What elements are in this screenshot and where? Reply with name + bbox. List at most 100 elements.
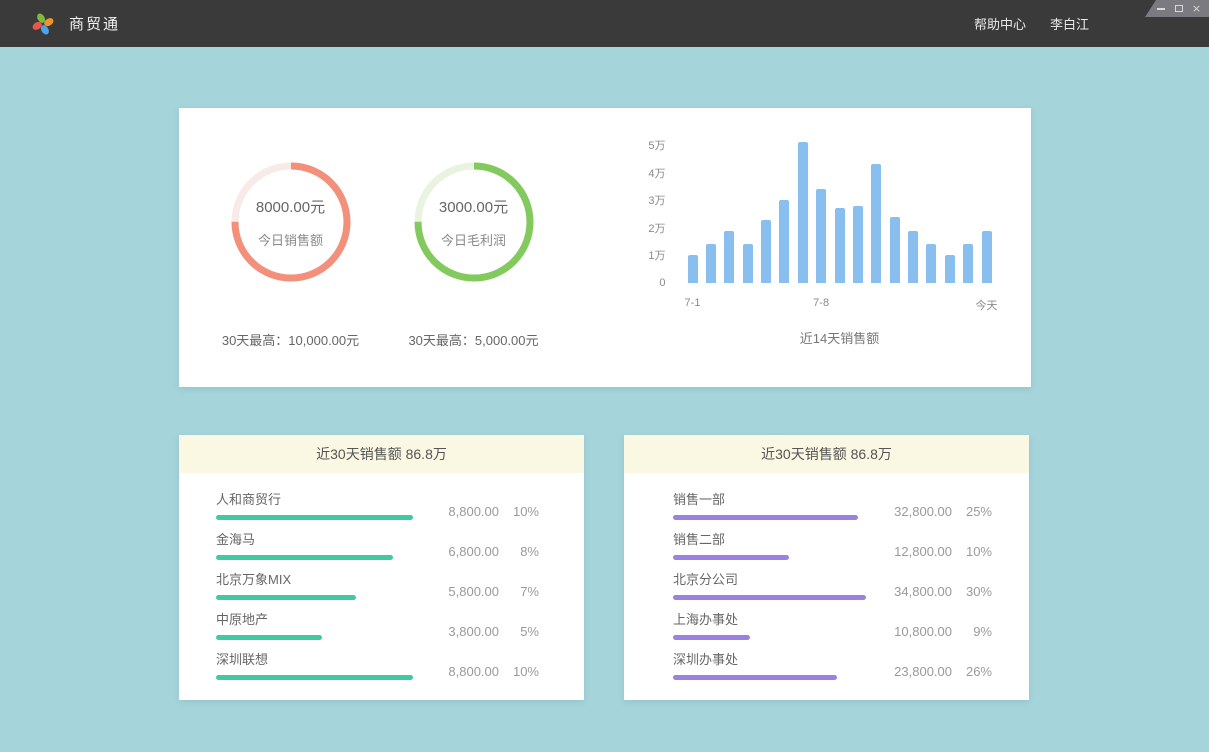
y-tick-label: 2万 bbox=[648, 220, 665, 236]
sales-list-item-left: 销售一部 bbox=[673, 492, 880, 520]
item-progress-bar bbox=[673, 675, 837, 680]
help-center-link[interactable]: 帮助中心 bbox=[974, 14, 1026, 33]
y-tick-label: 0 bbox=[659, 277, 665, 289]
item-amount: 8,800.00 bbox=[437, 664, 499, 679]
sales-list-item-right: 10,800.00 9% bbox=[880, 612, 992, 640]
item-percent: 5% bbox=[511, 624, 539, 639]
customer-sales-list: 人和商贸行 8,800.00 10% 金海马 6,800.00 8% 北京万象M… bbox=[179, 473, 584, 680]
titlebar: 商贸通 帮助中心 李白江 × bbox=[0, 0, 1209, 47]
customer-sales-card-title: 近30天销售额 86.8万 bbox=[316, 444, 447, 464]
sales-list-item: 北京分公司 34,800.00 30% bbox=[673, 572, 992, 600]
today-sales-30d-max: 30天最高：10,000.00元 bbox=[222, 330, 359, 349]
item-amount: 5,800.00 bbox=[437, 584, 499, 599]
sales-list-item-right: 12,800.00 10% bbox=[880, 532, 992, 560]
daily-sales-bar bbox=[706, 244, 716, 283]
item-amount: 23,800.00 bbox=[890, 664, 952, 679]
item-progress-bar bbox=[673, 555, 789, 560]
daily-sales-bar bbox=[871, 164, 881, 283]
sales-list-item: 人和商贸行 8,800.00 10% bbox=[216, 492, 539, 520]
window-controls: × bbox=[1145, 0, 1209, 17]
sales-list-item-left: 人和商贸行 bbox=[216, 492, 427, 520]
app-title: 商贸通 bbox=[69, 13, 120, 34]
item-progress-bar bbox=[216, 635, 322, 640]
x-tick-label: 7-1 bbox=[685, 297, 701, 309]
item-name: 中原地产 bbox=[216, 612, 413, 628]
sales-list-item-right: 32,800.00 25% bbox=[880, 492, 992, 520]
daily-sales-bar bbox=[724, 231, 734, 283]
close-icon[interactable]: × bbox=[1192, 4, 1201, 14]
item-amount: 12,800.00 bbox=[890, 544, 952, 559]
sales-list-item-left: 北京分公司 bbox=[673, 572, 880, 600]
sales-list-item-right: 8,800.00 10% bbox=[427, 492, 539, 520]
y-tick-label: 4万 bbox=[648, 165, 665, 181]
daily-sales-bar bbox=[779, 200, 789, 283]
today-sales-value: 8000.00元 bbox=[256, 196, 325, 217]
daily-sales-bar bbox=[835, 208, 845, 283]
donut-center-text: 3000.00元 今日毛利润 bbox=[412, 160, 536, 284]
sales-list-item-right: 23,800.00 26% bbox=[880, 652, 992, 680]
item-percent: 10% bbox=[964, 544, 992, 559]
sales-list-item: 深圳办事处 23,800.00 26% bbox=[673, 652, 992, 680]
daily-sales-bar bbox=[853, 206, 863, 283]
sales-list-item-left: 北京万象MIX bbox=[216, 572, 427, 600]
sales-list-item: 上海办事处 10,800.00 9% bbox=[673, 612, 992, 640]
item-amount: 34,800.00 bbox=[890, 584, 952, 599]
bar-chart-caption: 近14天销售额 bbox=[688, 328, 992, 347]
sales-list-item: 北京万象MIX 5,800.00 7% bbox=[216, 572, 539, 600]
customer-sales-card-header: 近30天销售额 86.8万 bbox=[179, 435, 584, 473]
item-percent: 10% bbox=[511, 664, 539, 679]
bar-chart-bars bbox=[688, 145, 992, 283]
item-amount: 6,800.00 bbox=[437, 544, 499, 559]
today-profit-donut-chart: 3000.00元 今日毛利润 bbox=[412, 160, 536, 284]
item-percent: 8% bbox=[511, 544, 539, 559]
item-amount: 8,800.00 bbox=[437, 504, 499, 519]
item-percent: 26% bbox=[964, 664, 992, 679]
sales-list-item: 金海马 6,800.00 8% bbox=[216, 532, 539, 560]
item-amount: 3,800.00 bbox=[437, 624, 499, 639]
sales-14d-bar-chart: 5万4万3万2万1万0 bbox=[646, 145, 1031, 283]
item-name: 销售二部 bbox=[673, 532, 866, 548]
item-percent: 7% bbox=[511, 584, 539, 599]
item-progress-bar bbox=[216, 555, 393, 560]
sales-list-item-right: 8,800.00 10% bbox=[427, 652, 539, 680]
item-name: 金海马 bbox=[216, 532, 413, 548]
bar-chart-y-axis: 5万4万3万2万1万0 bbox=[646, 145, 666, 283]
item-progress-bar bbox=[216, 515, 413, 520]
pinwheel-logo-icon bbox=[30, 11, 56, 37]
bar-chart-x-axis: 7-17-8今天 bbox=[688, 297, 992, 311]
daily-sales-bar bbox=[982, 231, 992, 283]
item-name: 深圳联想 bbox=[216, 652, 413, 668]
y-tick-label: 5万 bbox=[648, 137, 665, 153]
item-name: 销售一部 bbox=[673, 492, 866, 508]
sales-list-item-right: 3,800.00 5% bbox=[427, 612, 539, 640]
x-tick-label: 7-8 bbox=[813, 297, 829, 309]
user-menu[interactable]: 李白江 bbox=[1050, 14, 1089, 33]
item-name: 北京分公司 bbox=[673, 572, 866, 588]
department-sales-card: 近30天销售额 86.8万 销售一部 32,800.00 25% 销售二部 12… bbox=[624, 435, 1029, 700]
daily-sales-bar bbox=[816, 189, 826, 283]
daily-sales-bar bbox=[761, 220, 771, 283]
donut-center-text: 8000.00元 今日销售额 bbox=[229, 160, 353, 284]
maximize-icon[interactable] bbox=[1174, 4, 1183, 14]
sales-list-item-right: 6,800.00 8% bbox=[427, 532, 539, 560]
x-tick-label: 今天 bbox=[976, 297, 998, 313]
item-progress-bar bbox=[673, 595, 866, 600]
sales-list-item: 中原地产 3,800.00 5% bbox=[216, 612, 539, 640]
sales-list-item-left: 深圳办事处 bbox=[673, 652, 880, 680]
daily-sales-bar bbox=[963, 244, 973, 283]
daily-sales-bar bbox=[908, 231, 918, 283]
daily-sales-bar bbox=[743, 244, 753, 283]
today-profit-value: 3000.00元 bbox=[439, 196, 508, 217]
item-name: 深圳办事处 bbox=[673, 652, 866, 668]
item-progress-bar bbox=[673, 515, 858, 520]
sales-list-item-left: 上海办事处 bbox=[673, 612, 880, 640]
item-progress-bar bbox=[673, 635, 750, 640]
sales-list-item-left: 深圳联想 bbox=[216, 652, 427, 680]
minimize-icon[interactable] bbox=[1156, 4, 1165, 14]
sales-list-item-left: 金海马 bbox=[216, 532, 427, 560]
sales-list-item-left: 中原地产 bbox=[216, 612, 427, 640]
item-percent: 30% bbox=[964, 584, 992, 599]
sales-list-item: 销售二部 12,800.00 10% bbox=[673, 532, 992, 560]
daily-sales-bar bbox=[688, 255, 698, 283]
item-percent: 9% bbox=[964, 624, 992, 639]
